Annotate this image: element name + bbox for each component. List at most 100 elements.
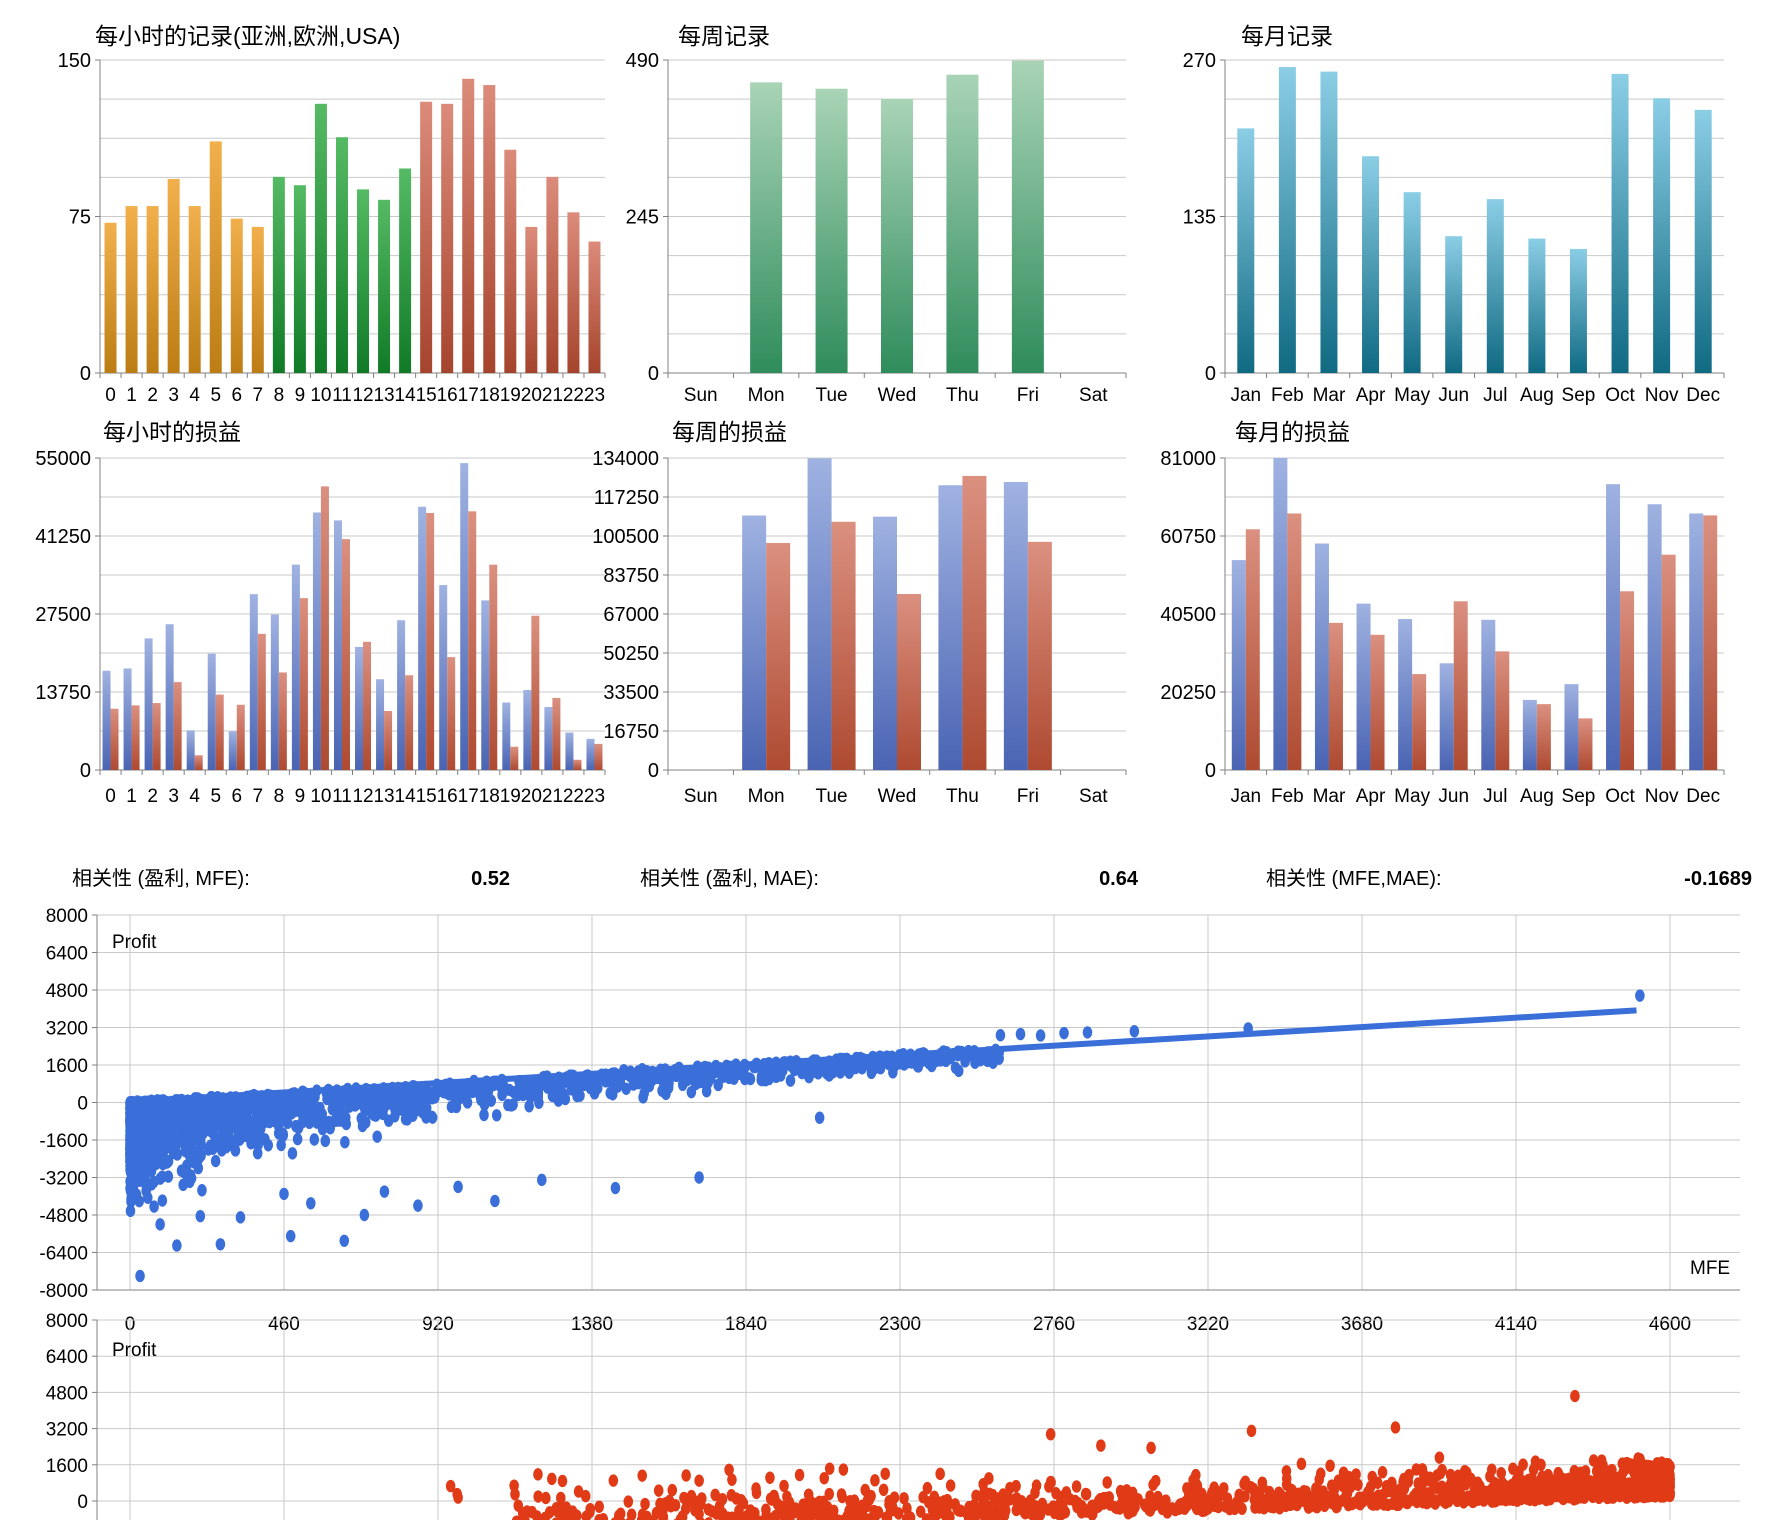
svg-text:Jan: Jan (1230, 385, 1261, 406)
bar-loss-red-8 (279, 672, 287, 770)
svg-text:6: 6 (231, 385, 242, 406)
bar-loss-red-Oct (1620, 591, 1634, 770)
svg-text:20: 20 (521, 786, 542, 807)
bar-profit-blue-Nov (1648, 504, 1662, 770)
bar-profit-blue-Jun (1440, 663, 1454, 770)
svg-text:-6400: -6400 (39, 1244, 88, 1265)
svg-text:2: 2 (147, 786, 158, 807)
svg-text:5: 5 (210, 786, 221, 807)
bar-23 (588, 242, 600, 373)
bar-loss-red-19 (510, 747, 518, 770)
bar-loss-red-Apr (1371, 635, 1385, 770)
profit-vs-mfe-points (125, 989, 1644, 1282)
bar-13 (378, 200, 390, 373)
svg-text:3200: 3200 (46, 1019, 88, 1040)
svg-text:Wed: Wed (878, 385, 917, 406)
svg-text:60750: 60750 (1160, 526, 1216, 548)
svg-text:100500: 100500 (592, 526, 659, 548)
bar-Oct (1612, 74, 1629, 373)
bar-loss-red-2 (153, 703, 161, 770)
bar-2 (147, 206, 159, 373)
bar-15 (420, 102, 432, 373)
bar-profit-blue-22 (565, 733, 573, 770)
svg-text:Sun: Sun (684, 786, 718, 807)
bar-loss-red-Thu (962, 476, 986, 770)
bar-loss-red-9 (300, 598, 308, 770)
svg-text:0: 0 (105, 385, 116, 406)
bar-3 (168, 179, 180, 373)
weekly-records-chart: 0245490SunMonTueWedThuFriSat (626, 50, 1126, 406)
svg-text:Oct: Oct (1605, 385, 1635, 406)
trade-statistics-report: 0751500123456789101112131415161718192021… (0, 0, 1778, 1520)
bar-loss-red-15 (426, 513, 434, 770)
bar-22 (567, 212, 579, 373)
svg-text:6400: 6400 (46, 944, 88, 965)
svg-text:3: 3 (168, 385, 179, 406)
svg-text:8000: 8000 (46, 1311, 88, 1332)
bar-loss-red-17 (468, 511, 476, 770)
svg-text:Nov: Nov (1645, 385, 1679, 406)
svg-text:16: 16 (437, 385, 458, 406)
svg-text:67000: 67000 (603, 604, 659, 626)
bar-17 (462, 79, 474, 373)
svg-text:Mar: Mar (1313, 786, 1346, 807)
bar-Tue (816, 89, 848, 373)
svg-text:19: 19 (500, 385, 521, 406)
bar-9 (294, 185, 306, 373)
svg-text:Fri: Fri (1017, 786, 1039, 807)
svg-text:-1600: -1600 (39, 1131, 88, 1152)
svg-text:4800: 4800 (46, 1383, 88, 1404)
bar-profit-blue-21 (544, 707, 552, 770)
bar-loss-red-Mar (1329, 623, 1343, 770)
bar-Jun (1445, 236, 1462, 373)
svg-text:10: 10 (310, 385, 331, 406)
svg-text:Feb: Feb (1271, 786, 1304, 807)
hourly-records-bars (105, 79, 601, 373)
svg-text:Tue: Tue (816, 786, 848, 807)
svg-text:8: 8 (274, 385, 285, 406)
bar-profit-blue-16 (439, 585, 447, 770)
bar-loss-red-Nov (1662, 555, 1676, 770)
bar-profit-blue-10 (313, 512, 321, 770)
svg-text:13: 13 (373, 385, 394, 406)
bar-profit-blue-13 (376, 679, 384, 770)
bar-5 (210, 141, 222, 373)
bar-loss-red-Feb (1287, 513, 1301, 770)
svg-text:135: 135 (1183, 207, 1216, 229)
bar-loss-red-Jul (1495, 651, 1509, 770)
chart-title-weekly-pnl: 每周的损益 (672, 413, 787, 447)
bar-Dec (1695, 110, 1712, 373)
svg-text:Jun: Jun (1438, 385, 1469, 406)
bar-profit-blue-18 (481, 600, 489, 770)
bar-0 (105, 223, 117, 373)
bar-loss-red-4 (195, 755, 203, 770)
monthly-records-bars (1237, 67, 1711, 373)
svg-text:21: 21 (542, 385, 563, 406)
svg-text:22: 22 (563, 786, 584, 807)
svg-text:4800: 4800 (46, 981, 88, 1002)
svg-text:21: 21 (542, 786, 563, 807)
bar-8 (273, 177, 285, 373)
svg-text:0: 0 (80, 363, 91, 385)
svg-text:8000: 8000 (46, 906, 88, 927)
svg-text:0: 0 (105, 786, 116, 807)
bar-profit-blue-15 (418, 507, 426, 770)
svg-text:17: 17 (458, 786, 479, 807)
correlation-profit-mae: 相关性 (盈利, MAE): 0.64 (640, 862, 1138, 891)
svg-text:0: 0 (1205, 363, 1216, 385)
svg-text:490: 490 (626, 50, 659, 72)
bar-loss-red-1 (132, 705, 140, 770)
bar-7 (252, 227, 264, 373)
weekly-pnl-bars (742, 458, 1052, 770)
bar-profit-blue-11 (334, 520, 342, 770)
svg-text:10: 10 (310, 786, 331, 807)
scatter-mfe-axis-label: MFE (1690, 1258, 1730, 1280)
bar-loss-red-Jun (1454, 601, 1468, 770)
svg-text:0: 0 (77, 1492, 88, 1513)
bar-loss-red-0 (111, 709, 119, 770)
bar-20 (525, 227, 537, 373)
svg-text:50250: 50250 (603, 643, 659, 665)
svg-text:14: 14 (395, 385, 417, 406)
bar-loss-red-Aug (1537, 704, 1551, 770)
profit-vs-mae-points (446, 1390, 1675, 1520)
